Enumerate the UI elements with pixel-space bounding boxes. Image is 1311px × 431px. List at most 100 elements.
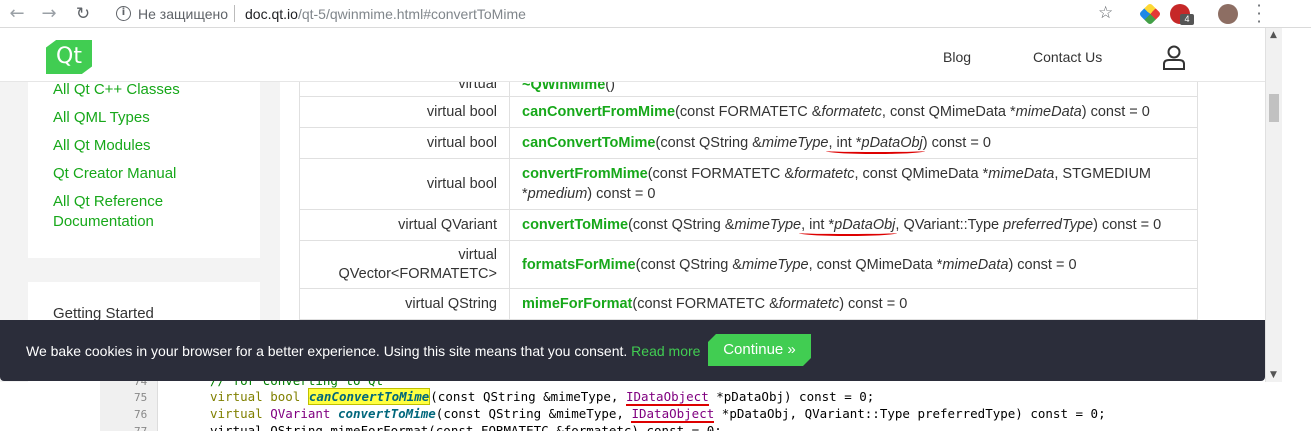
param-name: pmedium: [527, 186, 588, 202]
param-name: formatetc: [794, 166, 855, 182]
menu-dots-icon[interactable]: · · ·: [1254, 0, 1264, 30]
forward-arrow-icon[interactable]: →: [38, 3, 60, 25]
code-keyword: virtual bool: [210, 389, 308, 404]
read-more-link[interactable]: Read more: [631, 343, 700, 359]
blog-link[interactable]: Blog: [943, 49, 971, 65]
cookie-message: We bake cookies in your browser for a be…: [26, 343, 700, 359]
signature-text: ) const = 0: [1093, 217, 1162, 233]
signature-text: (): [605, 82, 615, 93]
function-link[interactable]: canConvertFromMime: [522, 104, 675, 120]
extension-icon[interactable]: [1138, 2, 1162, 26]
function-signature: ~QWinMime(): [509, 82, 1198, 97]
sidebar-link-reference-docs[interactable]: All Qt Reference Documentation: [53, 192, 243, 232]
signature-text: , const QMimeData *: [808, 256, 943, 273]
signature-text: (const FORMATETC &: [632, 296, 779, 312]
continue-button[interactable]: Continue »: [708, 334, 811, 366]
signature-text: ) const = 0: [839, 296, 908, 312]
param-name: mimeData: [942, 256, 1009, 273]
contact-us-link[interactable]: Contact Us: [1033, 49, 1102, 65]
url-path: /qt-5/qwinmime.html#convertToMime: [297, 6, 526, 22]
browser-toolbar: ← → ↻ i Не защищено doc.qt.io/qt-5/qwinm…: [0, 0, 1311, 30]
return-type-line: virtual: [458, 246, 497, 263]
code-line: virtual bool canConvertToMime(const QStr…: [210, 388, 875, 406]
return-type: virtual: [299, 82, 510, 97]
function-link[interactable]: formatsForMime: [522, 257, 636, 273]
line-number: 76: [134, 408, 148, 421]
code-type: IDataObject: [625, 389, 709, 406]
param-name: mimeType: [741, 256, 809, 273]
info-icon[interactable]: i: [116, 6, 131, 21]
page-scrollbar[interactable]: ▲ ▼: [1265, 28, 1282, 382]
extension-badge: 4: [1180, 14, 1194, 25]
return-type: virtual bool: [299, 158, 510, 210]
sidebar-link-creator-manual[interactable]: Qt Creator Manual: [53, 164, 243, 184]
sidebar-link-modules[interactable]: All Qt Modules: [53, 136, 243, 156]
table-row: virtual bool canConvertToMime(const QStr…: [299, 127, 1198, 159]
function-signature: mimeForFormat(const FORMATETC &formatetc…: [509, 288, 1198, 320]
code-keyword: virtual: [210, 406, 271, 421]
signature-text: (const QString &: [655, 135, 762, 151]
function-signature: canConvertFromMime(const FORMATETC &form…: [509, 96, 1198, 128]
function-signature: convertFromMime(const FORMATETC &formate…: [509, 158, 1198, 210]
param-name: pDataObj: [861, 135, 923, 151]
function-link[interactable]: ~QWinMime: [522, 82, 605, 93]
signature-text: , int *: [801, 217, 835, 233]
url-text[interactable]: doc.qt.io/qt-5/qwinmime.html#convertToMi…: [245, 6, 526, 22]
table-row: virtual QVector<FORMATETC> formatsForMime…: [299, 240, 1198, 289]
site-header: Qt Blog Contact Us: [0, 28, 1265, 82]
function-link[interactable]: convertToMime: [522, 217, 628, 233]
code-text: (const QString &mimeType,: [435, 406, 632, 421]
function-link[interactable]: canConvertToMime: [522, 135, 655, 151]
function-signature: canConvertToMime(const QString &mimeType…: [509, 127, 1198, 159]
code-text: *pDataObj, QVariant::Type preferredType)…: [714, 406, 1106, 421]
return-type: virtual bool: [299, 96, 510, 128]
signature-text: ) const = 0: [1008, 256, 1077, 273]
code-type: QVariant: [270, 406, 338, 421]
address-bar[interactable]: i Не защищено doc.qt.io/qt-5/qwinmime.ht…: [108, 1, 1128, 26]
function-signature: formatsForMime(const QString &mimeType, …: [509, 240, 1198, 289]
qt-logo[interactable]: Qt: [46, 40, 92, 74]
return-type: virtual bool: [299, 127, 510, 159]
back-arrow-icon[interactable]: ←: [6, 3, 28, 25]
return-type: virtual QString: [299, 288, 510, 320]
code-text: *pDataObj) const = 0;: [708, 389, 875, 404]
signature-text: (const FORMATETC &: [647, 166, 795, 182]
param-name: mimeType: [734, 217, 802, 233]
scroll-up-icon[interactable]: ▲: [1270, 30, 1277, 40]
code-type: IDataObject: [631, 406, 715, 423]
table-row: virtual bool convertFromMime(const FORMA…: [299, 158, 1198, 210]
code-editor: 74 75 76 77 // for converting to Qt virt…: [100, 373, 1311, 431]
cookie-text: We bake cookies in your browser for a be…: [26, 343, 628, 359]
code-function: convertToMime: [337, 406, 436, 421]
signature-text: ) const = 0: [587, 186, 656, 202]
code-text: (const QString &mimeType,: [430, 389, 626, 404]
cookie-banner: We bake cookies in your browser for a be…: [0, 320, 1265, 381]
security-label[interactable]: Не защищено: [138, 6, 228, 22]
reload-icon[interactable]: ↻: [72, 3, 94, 25]
user-icon[interactable]: [1162, 44, 1186, 70]
sidebar-link-cpp-classes[interactable]: All Qt C++ Classes: [53, 82, 243, 100]
function-link[interactable]: convertFromMime: [522, 166, 648, 182]
function-signature: convertToMime(const QString &mimeType, i…: [509, 209, 1198, 241]
return-type: virtual QVariant: [299, 209, 510, 241]
signature-text: , const QMimeData *: [881, 104, 1016, 120]
code-line: virtual QString mimeForFormat(const FORM…: [210, 423, 722, 431]
signature-text: , int *: [828, 135, 862, 151]
url-separator: [234, 5, 235, 22]
table-row: virtual bool canConvertFromMime(const FO…: [299, 96, 1198, 128]
scroll-down-icon[interactable]: ▼: [1270, 370, 1277, 380]
function-link[interactable]: mimeForFormat: [522, 296, 632, 312]
param-name: mimeType: [761, 135, 829, 151]
profile-avatar[interactable]: [1218, 4, 1238, 24]
annotation-underline: , int *pDataObj: [801, 217, 895, 233]
table-row: virtual ~QWinMime(): [299, 82, 1198, 97]
scroll-thumb[interactable]: [1269, 94, 1279, 122]
return-type: virtual QVector<FORMATETC>: [299, 240, 510, 289]
table-row: virtual QString mimeForFormat(const FORM…: [299, 288, 1198, 320]
function-table: virtual ~QWinMime() virtual bool canConv…: [299, 82, 1198, 320]
line-number: 75: [134, 391, 148, 404]
bookmark-star-icon[interactable]: ☆: [1098, 3, 1113, 23]
annotation-underline: , int *pDataObj: [828, 135, 922, 151]
sidebar-link-qml-types[interactable]: All QML Types: [53, 108, 243, 128]
code-line: virtual QVariant convertToMime(const QSt…: [210, 406, 1106, 423]
